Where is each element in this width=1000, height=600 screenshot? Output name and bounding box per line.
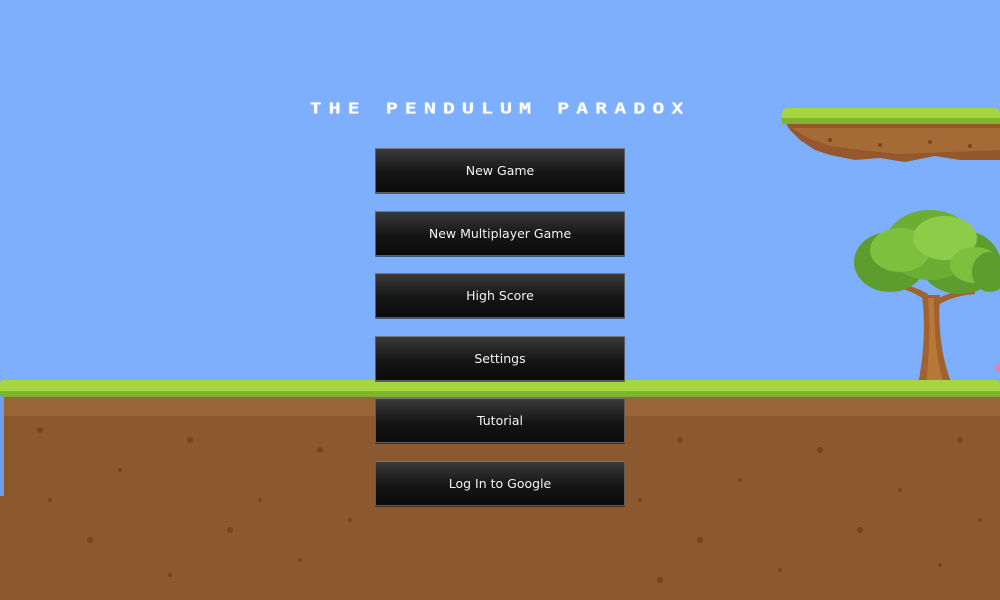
new-multiplayer-game-button[interactable]: New Multiplayer Game [375, 210, 625, 256]
tutorial-button[interactable]: Tutorial [375, 398, 625, 444]
game-title: The Pendulum Paradox [309, 99, 691, 117]
new-game-button[interactable]: New Game [375, 148, 625, 193]
google-login-button[interactable]: Log In to Google [375, 460, 625, 506]
new-multiplayer-game-label: New Multiplayer Game [428, 225, 572, 241]
high-score-label: High Score [466, 288, 534, 304]
settings-button[interactable]: Settings [375, 335, 625, 381]
main-menu: New Game New Multiplayer Game High Score… [375, 148, 625, 524]
new-game-label: New Game [465, 163, 535, 178]
google-login-label: Log In to Google [448, 475, 552, 491]
high-score-button[interactable]: High Score [375, 273, 625, 319]
settings-label: Settings [474, 350, 526, 366]
tutorial-label: Tutorial [477, 413, 523, 429]
